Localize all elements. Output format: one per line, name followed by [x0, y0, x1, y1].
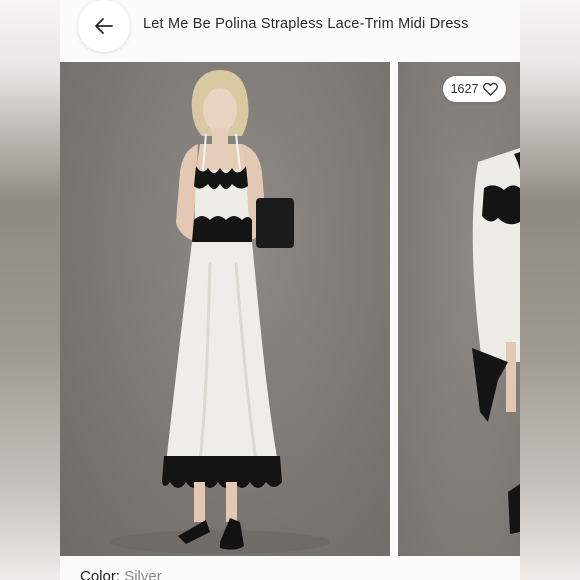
like-button[interactable]: 1627	[443, 76, 506, 102]
product-photo-main[interactable]	[60, 62, 390, 556]
back-button[interactable]	[78, 0, 130, 52]
model-illustration	[110, 70, 330, 554]
arrow-left-icon	[93, 15, 115, 37]
backdrop-right	[520, 0, 580, 580]
listing-title: Let Me Be Polina Strapless Lace-Trim Mid…	[143, 16, 469, 32]
product-photo-secondary[interactable]	[398, 62, 520, 556]
model-illustration-secondary	[472, 148, 520, 534]
header: Let Me Be Polina Strapless Lace-Trim Mid…	[60, 0, 520, 62]
backdrop-left	[0, 0, 60, 580]
color-value: Silver	[124, 568, 162, 580]
like-count: 1627	[450, 82, 479, 96]
heart-icon	[483, 82, 499, 96]
color-label: Color:	[80, 568, 125, 580]
listing-card: Let Me Be Polina Strapless Lace-Trim Mid…	[60, 0, 520, 580]
color-detail: Color: Silver	[80, 568, 162, 580]
